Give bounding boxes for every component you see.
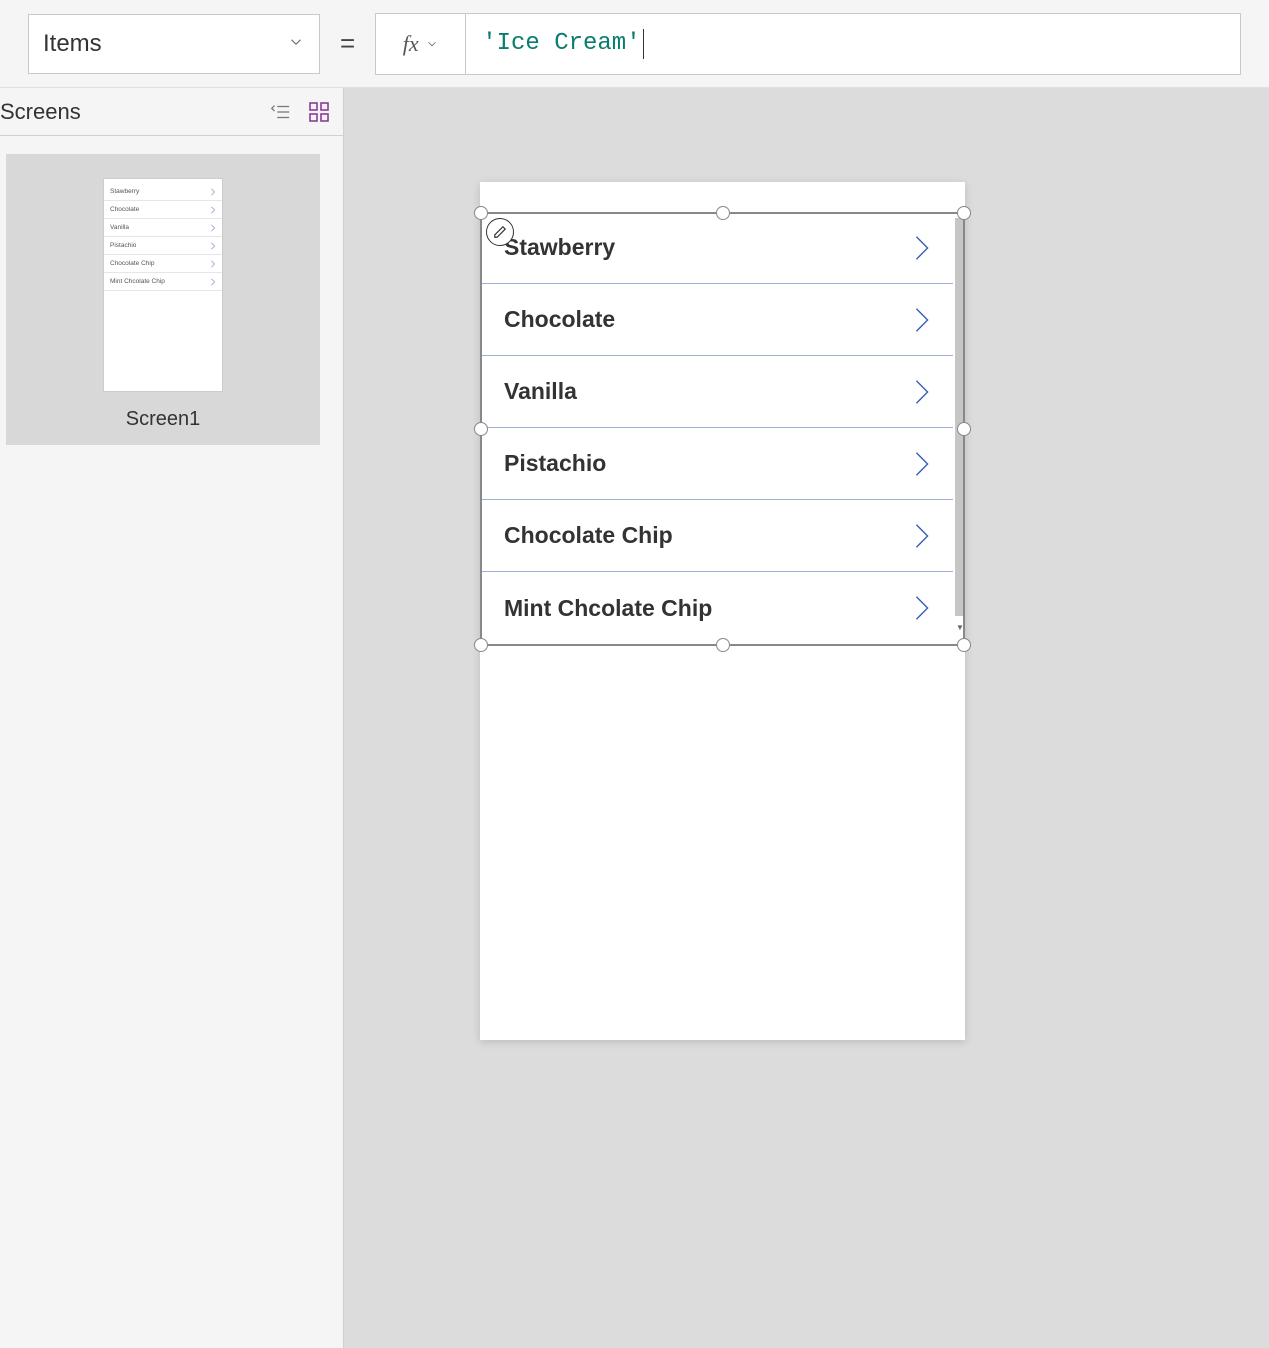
fx-button[interactable]: fx (375, 13, 465, 75)
gallery-item[interactable]: Mint Chcolate Chip (480, 572, 953, 644)
scroll-down-arrow[interactable]: ▼ (955, 622, 965, 632)
panel-title: Screens (0, 99, 81, 125)
gallery-item[interactable]: Chocolate Chip (480, 500, 953, 572)
gallery-item[interactable]: Vanilla (480, 356, 953, 428)
property-name: Items (43, 30, 102, 58)
thumbnail-preview: Stawberry Chocolate Vanilla Pistachio Ch… (103, 178, 223, 392)
chevron-down-icon (425, 37, 439, 51)
chevron-down-icon (287, 30, 305, 58)
thumb-label: Chocolate (110, 206, 139, 213)
gallery-item[interactable]: Pistachio (480, 428, 953, 500)
edit-template-button[interactable] (486, 218, 514, 246)
thumb-row: Pistachio (104, 237, 222, 255)
thumb-label: Stawberry (110, 188, 139, 195)
chevron-right-icon (210, 242, 216, 250)
thumb-row: Chocolate (104, 201, 222, 219)
scrollbar[interactable] (955, 218, 965, 616)
chevron-right-icon[interactable] (913, 522, 931, 550)
chevron-right-icon (210, 188, 216, 196)
list-collapse-icon[interactable] (269, 102, 291, 122)
chevron-right-icon[interactable] (913, 450, 931, 478)
canvas[interactable]: Stawberry Chocolate Vanilla Pistachio Ch… (344, 88, 1269, 1348)
gallery-control[interactable]: Stawberry Chocolate Vanilla Pistachio Ch… (480, 212, 965, 646)
panel-header: Screens (0, 88, 343, 136)
main-area: Screens (0, 88, 1269, 1348)
chevron-right-icon (210, 278, 216, 286)
chevron-right-icon[interactable] (913, 306, 931, 334)
thumb-label: Vanilla (110, 224, 129, 231)
gallery-item-label: Pistachio (504, 450, 606, 477)
chevron-right-icon[interactable] (913, 594, 931, 622)
text-cursor (643, 29, 644, 59)
thumb-label: Pistachio (110, 242, 136, 249)
thumb-row: Stawberry (104, 183, 222, 201)
chevron-right-icon (210, 224, 216, 232)
chevron-right-icon (210, 206, 216, 214)
chevron-right-icon[interactable] (913, 378, 931, 406)
gallery-item[interactable]: Chocolate (480, 284, 953, 356)
chevron-right-icon[interactable] (913, 234, 931, 262)
thumb-row: Chocolate Chip (104, 255, 222, 273)
formula-text: 'Ice Cream' (482, 30, 640, 57)
pencil-icon (493, 225, 507, 239)
gallery-item-label: Mint Chcolate Chip (504, 595, 712, 622)
scroll-up-arrow[interactable]: ▲ (955, 208, 965, 218)
screen-thumbnail[interactable]: Stawberry Chocolate Vanilla Pistachio Ch… (6, 154, 320, 445)
thumb-label: Chocolate Chip (110, 260, 154, 267)
gallery-item[interactable]: Stawberry (480, 212, 953, 284)
gallery-item-label: Stawberry (504, 234, 615, 261)
gallery-item-label: Chocolate (504, 306, 615, 333)
device-frame: Stawberry Chocolate Vanilla Pistachio Ch… (480, 182, 965, 1040)
gallery-item-label: Vanilla (504, 378, 577, 405)
chevron-right-icon (210, 260, 216, 268)
formula-bar: Items = fx 'Ice Cream' (0, 0, 1269, 88)
thumb-row: Vanilla (104, 219, 222, 237)
screen-name: Screen1 (126, 408, 201, 431)
property-dropdown[interactable]: Items (28, 14, 320, 74)
panel-header-icons (269, 102, 329, 122)
screens-panel: Screens (0, 88, 344, 1348)
grid-view-icon[interactable] (309, 102, 329, 122)
formula-input[interactable]: 'Ice Cream' (465, 13, 1241, 75)
gallery-item-label: Chocolate Chip (504, 522, 673, 549)
equals-sign: = (340, 28, 355, 59)
thumb-row: Mint Chcolate Chip (104, 273, 222, 291)
fx-icon: fx (403, 31, 419, 57)
thumb-label: Mint Chcolate Chip (110, 278, 165, 285)
